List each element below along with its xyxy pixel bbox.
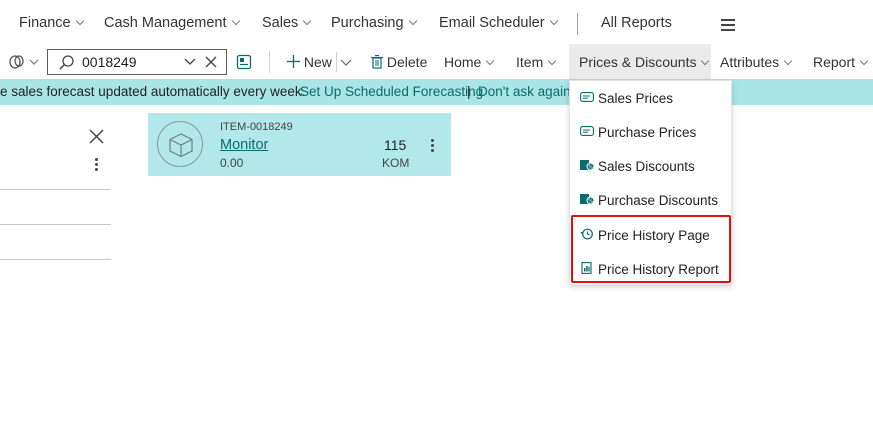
nav-all-reports-label: All Reports bbox=[601, 15, 672, 31]
nav-sales[interactable]: Sales bbox=[262, 15, 312, 31]
menu-item-label: Purchase Prices bbox=[598, 125, 697, 140]
new-label: New bbox=[303, 54, 332, 70]
search-input[interactable]: 0018249 bbox=[47, 49, 227, 75]
nav-purchasing-label: Purchasing bbox=[331, 15, 404, 31]
menu-item-label: Sales Prices bbox=[598, 91, 674, 106]
menu-home[interactable]: Home bbox=[444, 54, 495, 70]
setup-forecasting-link[interactable]: Set Up Scheduled Forecasting bbox=[300, 84, 483, 99]
new-split-separator bbox=[336, 52, 337, 72]
price-list-icon bbox=[580, 126, 594, 136]
svg-text:%: % bbox=[588, 199, 593, 205]
chevron-down-icon bbox=[408, 16, 417, 26]
delete-label: Delete bbox=[386, 54, 428, 70]
top-navigation: Finance Cash Management Sales Purchasing… bbox=[0, 0, 873, 48]
notification-link-separator: | bbox=[467, 84, 471, 99]
copilot-icon bbox=[9, 55, 39, 69]
search-value: 0018249 bbox=[82, 54, 137, 70]
menu-item-label: Sales Discounts bbox=[598, 159, 695, 174]
chevron-down-icon[interactable] bbox=[184, 58, 196, 66]
copilot-button[interactable] bbox=[6, 53, 42, 71]
nav-cash-management[interactable]: Cash Management bbox=[104, 15, 240, 31]
item-card[interactable]: ITEM-0018249 Monitor 0.00 115 KOM bbox=[148, 113, 451, 176]
hamburger-menu-icon[interactable] bbox=[721, 19, 735, 34]
notification-message: e sales forecast updated automatically e… bbox=[0, 84, 306, 99]
nav-finance-label: Finance bbox=[19, 15, 71, 31]
trash-icon bbox=[371, 54, 383, 69]
menu-report[interactable]: Report bbox=[813, 54, 869, 70]
item-name-link[interactable]: Monitor bbox=[220, 137, 268, 153]
clear-icon[interactable] bbox=[205, 56, 217, 68]
nav-sales-label: Sales bbox=[262, 15, 299, 31]
dont-ask-again-link[interactable]: Don't ask again bbox=[478, 84, 571, 99]
chevron-down-icon bbox=[783, 56, 793, 66]
card-more-icon[interactable] bbox=[431, 139, 434, 154]
discount-icon: % bbox=[580, 194, 594, 205]
menu-item-purchase-discounts[interactable]: % Purchase Discounts bbox=[570, 185, 733, 215]
menu-attributes-label: Attributes bbox=[720, 54, 780, 70]
menu-report-label: Report bbox=[813, 54, 856, 70]
item-quantity: 115 bbox=[384, 137, 407, 153]
chevron-down-icon[interactable] bbox=[340, 59, 352, 67]
search-icon bbox=[59, 55, 74, 70]
menu-prices-discounts-label: Prices & Discounts bbox=[579, 54, 697, 70]
new-button[interactable]: New bbox=[287, 54, 332, 70]
plus-icon bbox=[287, 55, 300, 68]
chevron-down-icon bbox=[75, 16, 84, 26]
divider bbox=[0, 189, 111, 190]
menu-item-purchase-prices[interactable]: Purchase Prices bbox=[570, 117, 733, 147]
toolbar-separator bbox=[269, 51, 270, 73]
nav-all-reports[interactable]: All Reports bbox=[601, 15, 672, 31]
menu-item[interactable]: Item bbox=[516, 54, 557, 70]
box-icon bbox=[169, 133, 193, 158]
divider bbox=[0, 259, 111, 260]
nav-cash-management-label: Cash Management bbox=[104, 15, 227, 31]
menu-item-sales-discounts[interactable]: % Sales Discounts bbox=[570, 151, 733, 181]
nav-finance[interactable]: Finance bbox=[19, 15, 84, 31]
item-number: ITEM-0018249 bbox=[220, 121, 293, 133]
nav-email-scheduler-label: Email Scheduler bbox=[439, 15, 545, 31]
chevron-down-icon bbox=[701, 56, 710, 66]
menu-prices-discounts[interactable]: Prices & Discounts bbox=[569, 44, 711, 80]
menu-home-label: Home bbox=[444, 54, 482, 70]
chevron-down-icon bbox=[547, 56, 557, 66]
chevron-down-icon bbox=[303, 16, 312, 26]
filter-pane-icon[interactable] bbox=[236, 54, 252, 70]
price-list-icon bbox=[580, 92, 594, 102]
chevron-down-icon bbox=[549, 16, 558, 26]
svg-text:%: % bbox=[588, 165, 593, 171]
item-unit: KOM bbox=[382, 156, 410, 170]
delete-button[interactable]: Delete bbox=[371, 54, 427, 70]
nav-email-scheduler[interactable]: Email Scheduler bbox=[439, 15, 558, 31]
menu-item-label: Item bbox=[516, 54, 544, 70]
menu-attributes[interactable]: Attributes bbox=[720, 54, 793, 70]
item-price: 0.00 bbox=[220, 156, 244, 170]
notification-bar: e sales forecast updated automatically e… bbox=[0, 79, 873, 105]
action-bar: 0018249 New Delete Home Item Prices & Di… bbox=[0, 44, 873, 80]
more-options-icon[interactable] bbox=[95, 158, 98, 173]
item-avatar bbox=[157, 121, 203, 167]
discount-icon: % bbox=[580, 160, 594, 171]
menu-item-label: Purchase Discounts bbox=[598, 193, 719, 208]
highlight-box bbox=[571, 215, 731, 283]
nav-separator bbox=[577, 13, 578, 35]
close-icon[interactable] bbox=[89, 129, 104, 144]
nav-purchasing[interactable]: Purchasing bbox=[331, 15, 417, 31]
chevron-down-icon bbox=[231, 16, 240, 26]
menu-item-sales-prices[interactable]: Sales Prices bbox=[570, 83, 733, 113]
divider bbox=[0, 224, 111, 225]
chevron-down-icon bbox=[486, 56, 495, 66]
chevron-down-icon bbox=[859, 56, 869, 66]
